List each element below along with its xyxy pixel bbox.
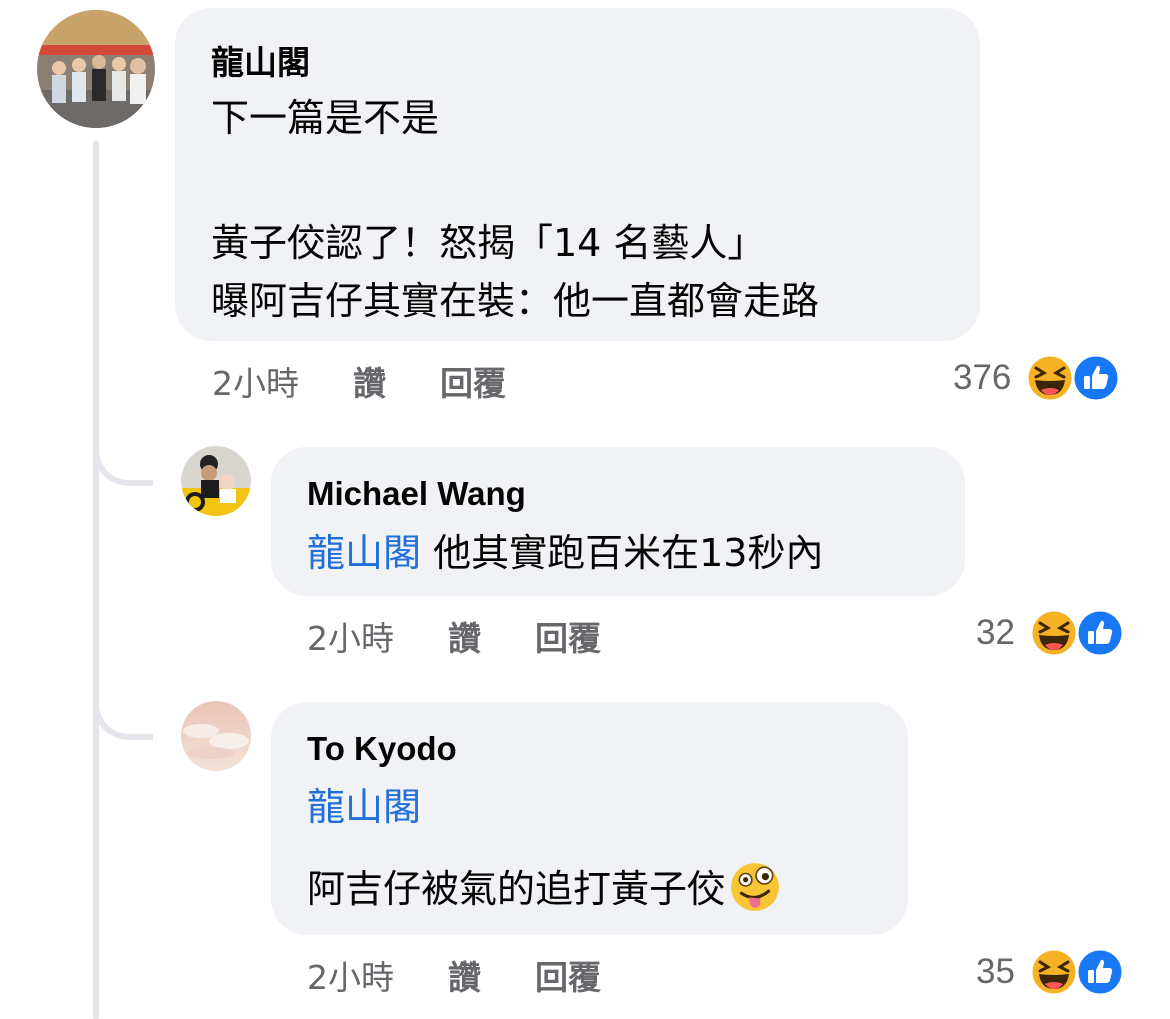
thread-branch xyxy=(93,700,153,740)
comment-text-line: 黃子佼認了！怒揭「14 名藝人」 xyxy=(211,221,766,265)
timestamp[interactable]: 2小時 xyxy=(212,357,299,405)
reply-bubble: Michael Wang 龍山閣 他其實跑百米在13秒內 xyxy=(271,447,965,596)
like-button[interactable]: 讚 xyxy=(353,357,386,405)
reply-bubble: To Kyodo 龍山閣 阿吉仔被氣的追打黃子佼 xyxy=(271,702,908,935)
avatar[interactable] xyxy=(37,10,155,128)
mention-link[interactable]: 龍山閣 xyxy=(307,531,421,575)
like-icon xyxy=(1075,608,1125,658)
reaction-count: 32 xyxy=(976,613,1015,652)
reply-author[interactable]: To Kyodo xyxy=(307,730,457,768)
mention-link[interactable]: 龍山閣 xyxy=(307,785,421,829)
comment-author[interactable]: 龍山閣 xyxy=(211,36,310,84)
reply-button[interactable]: 回覆 xyxy=(535,612,601,660)
reply-text: 龍山閣 他其實跑百米在13秒內 xyxy=(307,534,823,572)
haha-icon xyxy=(1025,353,1075,403)
haha-icon xyxy=(1029,608,1079,658)
comment-text-line: 曝阿吉仔其實在裝：他一直都會走路 xyxy=(211,279,820,323)
like-icon xyxy=(1071,353,1121,403)
thread-line xyxy=(93,140,99,1019)
reply-button[interactable]: 回覆 xyxy=(535,951,601,999)
zany-face-icon xyxy=(731,863,779,911)
like-button[interactable]: 讚 xyxy=(448,612,481,660)
reply-button[interactable]: 回覆 xyxy=(440,357,506,405)
reply-body: 他其實跑百米在13秒內 xyxy=(433,531,824,575)
comment-text-line: 下一篇是不是 xyxy=(211,96,440,140)
timestamp[interactable]: 2小時 xyxy=(307,951,394,999)
avatar[interactable] xyxy=(181,446,251,516)
reaction-count: 35 xyxy=(976,952,1015,991)
reply-text: 阿吉仔被氣的追打黃子佼 xyxy=(307,863,781,913)
reaction-summary[interactable]: 32 xyxy=(976,608,1129,658)
haha-icon xyxy=(1029,947,1079,997)
avatar[interactable] xyxy=(181,701,251,771)
reply-body: 阿吉仔被氣的追打黃子佼 xyxy=(307,867,726,911)
like-button[interactable]: 讚 xyxy=(448,951,481,999)
reply-author[interactable]: Michael Wang xyxy=(307,475,526,513)
mention-line: 龍山閣 xyxy=(307,788,421,826)
reaction-count: 376 xyxy=(953,358,1012,397)
reply-actions: 2小時 讚 回覆 xyxy=(307,951,601,999)
comment-actions: 2小時 讚 回覆 xyxy=(212,357,506,405)
timestamp[interactable]: 2小時 xyxy=(307,612,394,660)
comment-thread: 龍山閣 下一篇是不是 黃子佼認了！怒揭「14 名藝人」 曝阿吉仔其實在裝：他一直… xyxy=(0,0,1170,1019)
thread-branch xyxy=(93,446,153,486)
comment-bubble: 龍山閣 下一篇是不是 黃子佼認了！怒揭「14 名藝人」 曝阿吉仔其實在裝：他一直… xyxy=(175,8,980,341)
reply-actions: 2小時 讚 回覆 xyxy=(307,612,601,660)
reaction-summary[interactable]: 376 xyxy=(953,353,1125,403)
reaction-summary[interactable]: 35 xyxy=(976,947,1129,997)
like-icon xyxy=(1075,947,1125,997)
